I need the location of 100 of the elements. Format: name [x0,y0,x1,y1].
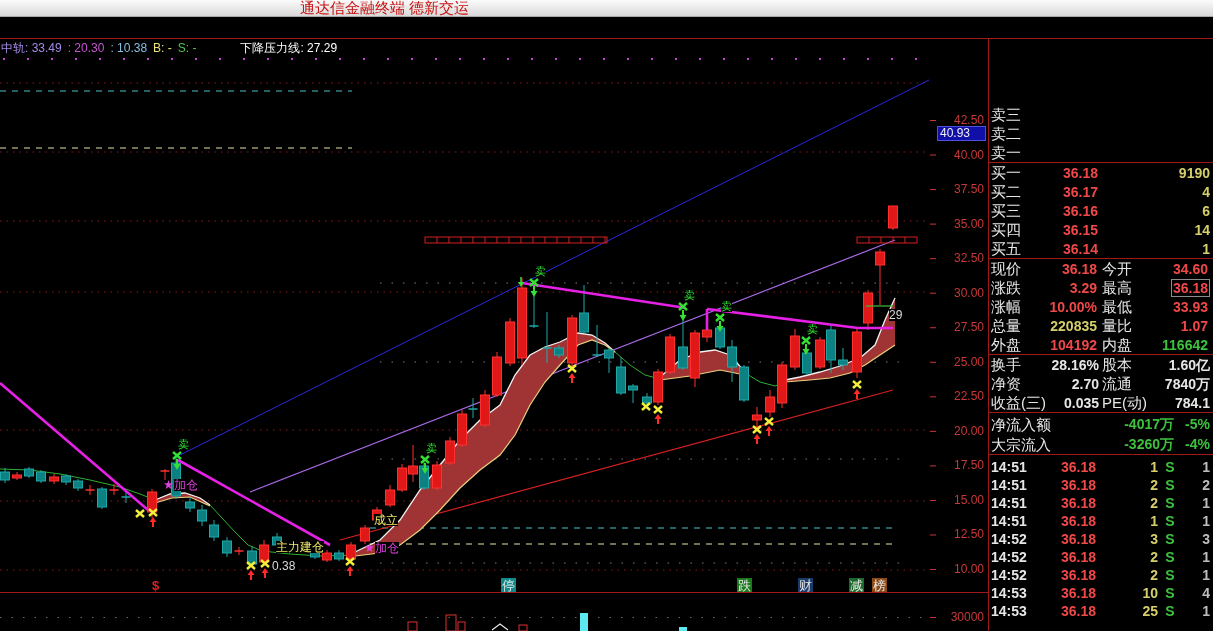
tick-time: 14:52 [991,531,1028,547]
indicator-value: : 20.30 [67,40,105,56]
tick-count: 1 [1202,549,1210,565]
tick-volume: 2 [1149,549,1158,565]
order-volume: 14 [1194,221,1210,238]
stat-value: 784.1 [1174,394,1210,411]
quote-label: 涨幅 [991,298,1021,315]
order-label: 卖一 [991,144,1022,161]
indicator-value: B: - [153,40,172,56]
tick-count: 1 [1202,513,1210,529]
tick-volume: 3 [1149,531,1158,547]
tick-time: 14:51 [991,495,1028,511]
quote-label: 外盘 [991,336,1021,353]
quote-label: 总量 [991,317,1021,334]
price-axis-label: 10.00 [953,563,984,575]
tick-price: 36.18 [1061,603,1098,619]
order-label: 卖三 [991,106,1022,123]
tick-price: 36.18 [1061,513,1098,529]
stat-label: 收益(三) [991,394,1046,411]
quote-value: 34.60 [1171,259,1209,278]
flow-percent: -4% [1184,436,1210,452]
tick-time: 14:52 [991,549,1028,565]
quote-label: 今开 [1102,260,1132,277]
tick-volume: 25 [1141,603,1158,619]
quote-label: 内盘 [1102,336,1132,353]
tick-price: 36.18 [1061,549,1098,565]
flow-label: 净流入额 [991,415,1051,433]
indicator-value: S: - [177,40,197,56]
price-axis-label: 27.50 [953,321,984,334]
price-axis-label: 40.00 [953,148,984,161]
price-axis-label: 32.50 [953,252,984,265]
indicator-value: 中轨: 33.49 [1,40,62,56]
order-label: 买三 [991,202,1022,219]
tick-time: 14:51 [991,513,1028,529]
order-price: 36.18 [1063,164,1099,181]
indicator-value: : 10.38 [110,40,148,56]
order-label: 买五 [991,240,1022,257]
price-axis-label: 37.50 [953,183,984,196]
stat-value: 0.035 [1063,394,1099,411]
tick-time: 14:51 [991,459,1028,475]
tick-side: S [1164,585,1176,601]
price-axis-label: 25.00 [953,355,984,368]
stat-label: 股本 [1102,356,1132,373]
stat-label: 净资 [991,375,1021,392]
window-title: 通达信金融终端 德新交运 [300,0,470,16]
tick-volume: 2 [1149,495,1158,511]
quote-value: 36.18 [1060,259,1098,278]
order-price: 36.16 [1063,202,1099,219]
quote-value: 10.00% [1048,297,1098,316]
quote-value: 116642 [1161,335,1209,354]
stat-label: 流通 [1102,375,1132,392]
price-axis-label: 17.50 [953,459,984,472]
stat-label: 换手 [991,356,1021,373]
quote-value: 3.29 [1068,278,1098,297]
axis-tick-mark [930,617,936,618]
price-axis-label: 15.00 [953,493,984,506]
stat-value: 7840万 [1164,375,1210,392]
stat-value: 28.16% [1051,356,1099,373]
cursor-price-label: 40.93 [937,126,986,141]
tick-volume: 10 [1141,585,1158,601]
tick-price: 36.18 [1061,495,1098,511]
price-axis-label: 42.50 [953,114,984,126]
order-label: 卖二 [991,125,1022,142]
quote-label: 最低 [1102,298,1132,315]
stat-label: PE(动) [1102,394,1147,411]
quote-value: 33.93 [1171,297,1209,316]
tick-count: 2 [1202,477,1210,493]
tick-volume: 2 [1149,477,1158,493]
tick-price: 36.18 [1061,585,1098,601]
quote-label: 涨跌 [991,279,1021,296]
tick-price: 36.18 [1061,567,1098,583]
tick-side: S [1164,495,1176,511]
order-label: 买二 [991,183,1022,200]
stat-value: 1.60亿 [1168,356,1210,373]
tick-time: 14:53 [991,585,1028,601]
quote-value: 1.07 [1179,316,1209,335]
tick-price: 36.18 [1061,477,1098,493]
order-volume: 9190 [1178,164,1210,181]
tick-price: 36.18 [1061,531,1098,547]
volume-axis-label: 30000 [950,611,984,623]
tick-volume: 2 [1149,567,1158,583]
order-price: 36.15 [1063,221,1099,238]
tick-side: S [1164,513,1176,529]
quote-label: 现价 [991,260,1021,277]
order-volume: 1 [1202,240,1210,257]
tick-side: S [1164,549,1176,565]
order-price: 36.14 [1063,240,1099,257]
tick-side: S [1164,477,1176,493]
tick-volume: 1 [1149,459,1158,475]
tick-time: 14:51 [991,477,1028,493]
tick-side: S [1164,603,1176,619]
tick-count: 1 [1202,603,1210,619]
tick-time: 14:52 [991,567,1028,583]
flow-amount: -4017万 [1124,416,1174,432]
tick-count: 1 [1202,495,1210,511]
indicator-value: 下降压力线: 27.29 [240,40,338,56]
flow-amount: -3260万 [1124,436,1174,452]
tick-count: 1 [1202,567,1210,583]
price-axis-label: 35.00 [953,217,984,230]
tick-side: S [1164,531,1176,547]
